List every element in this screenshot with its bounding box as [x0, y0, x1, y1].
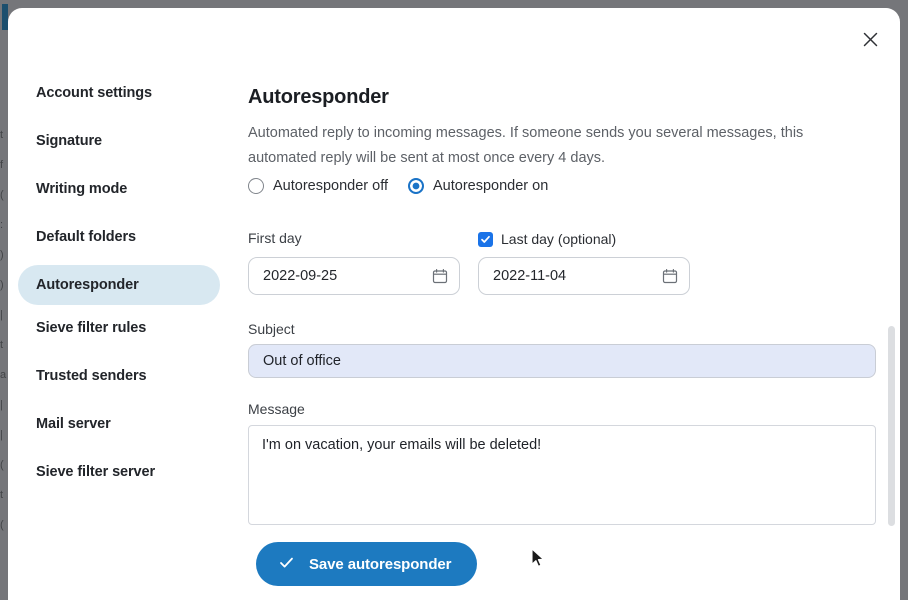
radio-on-label: Autoresponder on — [433, 178, 549, 194]
save-autoresponder-button[interactable]: Save autoresponder — [256, 542, 478, 586]
first-day-value: 2022-09-25 — [263, 268, 338, 284]
sidebar-item-label: Account settings — [36, 85, 153, 101]
subject-label: Subject — [248, 321, 295, 337]
radio-off-label: Autoresponder off — [273, 178, 389, 194]
sidebar-item-label: Signature — [36, 133, 102, 149]
checkbox-checked-icon — [478, 231, 493, 247]
last-day-input[interactable]: 2022-11-04 — [478, 257, 690, 295]
sidebar-item-label: Sieve filter server — [36, 464, 156, 480]
settings-main-panel: Autoresponder Automated reply to incomin… — [248, 8, 900, 600]
calendar-icon[interactable] — [662, 268, 678, 284]
sidebar-item-label: Writing mode — [36, 181, 128, 197]
radio-autoresponder-on[interactable]: Autoresponder on — [408, 178, 548, 194]
last-day-value: 2022-11-04 — [493, 268, 567, 284]
scrollbar-thumb[interactable] — [888, 326, 895, 526]
settings-modal: Account settings Signature Writing mode Def… — [8, 8, 900, 600]
sidebar-item-autoresponder[interactable]: Autoresponder — [18, 265, 220, 305]
sidebar-item-default-folders[interactable]: Default folders — [18, 222, 220, 252]
date-range-row: First day 2022-09-25 Last day (optional)… — [248, 230, 690, 295]
autoresponder-toggle-group: Autoresponder off Autoresponder on — [248, 178, 548, 194]
sidebar-item-account-settings[interactable]: Account settings — [18, 78, 220, 108]
sidebar-item-label: Default folders — [36, 229, 137, 245]
last-day-checkbox[interactable]: Last day (optional) — [478, 230, 690, 248]
scrollbar-track[interactable] — [887, 8, 897, 600]
sidebar-item-label: Trusted senders — [36, 368, 147, 384]
radio-on-indicator — [408, 178, 425, 194]
last-day-label: Last day (optional) — [501, 231, 617, 247]
check-icon — [278, 554, 295, 575]
sidebar-item-trusted-senders[interactable]: Trusted senders — [18, 361, 220, 391]
sidebar-item-sieve-filter-rules[interactable]: Sieve filter rules — [18, 313, 220, 343]
sidebar-item-label: Autoresponder — [36, 277, 139, 293]
sidebar-item-writing-mode[interactable]: Writing mode — [18, 174, 220, 204]
sidebar-item-signature[interactable]: Signature — [18, 126, 220, 156]
calendar-icon[interactable] — [432, 268, 448, 284]
subject-input[interactable]: Out of office — [248, 344, 876, 378]
sidebar-item-mail-server[interactable]: Mail server — [18, 409, 220, 439]
sidebar-item-label: Sieve filter rules — [36, 320, 147, 336]
radio-off-indicator — [248, 178, 264, 194]
first-day-group: First day 2022-09-25 — [248, 230, 460, 295]
page-title: Autoresponder — [248, 86, 389, 108]
radio-autoresponder-off[interactable]: Autoresponder off — [248, 178, 388, 194]
message-label: Message — [248, 401, 305, 417]
sidebar-item-label: Mail server — [36, 416, 111, 432]
first-day-input[interactable]: 2022-09-25 — [248, 257, 460, 295]
settings-sidebar: Account settings Signature Writing mode Def… — [8, 78, 230, 505]
save-button-label: Save autoresponder — [309, 555, 452, 573]
last-day-group: Last day (optional) 2022-11-04 — [478, 230, 690, 295]
message-input[interactable]: I'm on vacation, your emails will be del… — [248, 425, 876, 525]
sidebar-item-sieve-filter-server[interactable]: Sieve filter server — [18, 457, 220, 487]
page-description: Automated reply to incoming messages. If… — [248, 125, 804, 166]
first-day-label: First day — [248, 230, 302, 246]
